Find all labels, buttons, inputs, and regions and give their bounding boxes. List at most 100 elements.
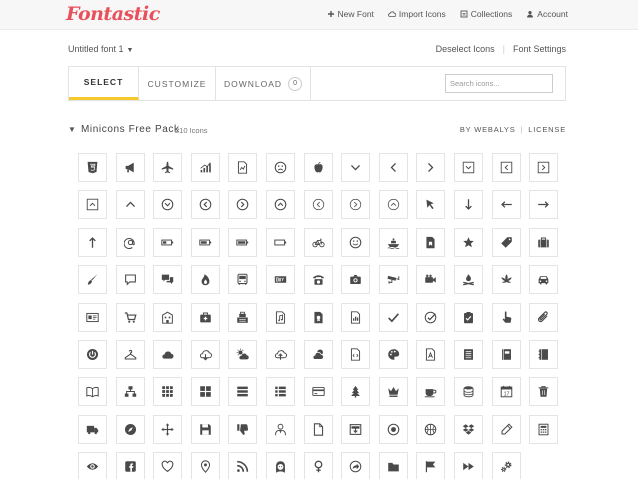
icon-cell[interactable] — [115, 265, 145, 295]
icon-cell[interactable] — [303, 265, 333, 295]
icon-cell[interactable] — [153, 265, 183, 295]
icon-cell[interactable] — [453, 377, 483, 407]
icon-cell[interactable] — [378, 227, 408, 257]
icon-cell[interactable] — [228, 377, 258, 407]
icon-cell[interactable] — [228, 153, 258, 182]
icon-cell[interactable] — [78, 227, 107, 257]
icon-cell[interactable] — [491, 227, 521, 257]
icon-cell[interactable] — [491, 339, 521, 369]
icon-cell[interactable] — [416, 265, 446, 295]
icon-cell[interactable] — [228, 190, 258, 220]
icon-cell[interactable] — [529, 339, 559, 369]
icon-cell[interactable] — [303, 452, 333, 479]
icon-cell[interactable] — [228, 302, 258, 332]
icon-cell[interactable] — [153, 339, 183, 369]
fontastic-logo[interactable]: Fontastic — [66, 3, 160, 25]
icon-cell[interactable] — [303, 190, 333, 220]
author-link[interactable]: BY WEBALYS — [460, 125, 516, 134]
icon-cell[interactable] — [416, 227, 446, 257]
icon-cell[interactable] — [190, 302, 220, 332]
icon-cell[interactable] — [78, 302, 107, 332]
icon-cell[interactable] — [115, 452, 145, 479]
icon-cell[interactable] — [303, 227, 333, 257]
license-link[interactable]: LICENSE — [528, 125, 566, 134]
icon-cell[interactable] — [153, 227, 183, 257]
icon-cell[interactable] — [190, 414, 220, 444]
icon-cell[interactable] — [153, 302, 183, 332]
icon-cell[interactable] — [190, 265, 220, 295]
icon-cell[interactable] — [491, 452, 521, 479]
icon-cell[interactable] — [341, 227, 371, 257]
icon-cell[interactable] — [115, 227, 145, 257]
icon-cell[interactable] — [341, 414, 371, 444]
icon-cell[interactable] — [228, 227, 258, 257]
icon-cell[interactable] — [453, 265, 483, 295]
icon-cell[interactable] — [378, 414, 408, 444]
icon-cell[interactable] — [529, 227, 559, 257]
icon-cell[interactable] — [303, 377, 333, 407]
icon-cell[interactable] — [190, 153, 220, 182]
icon-cell[interactable] — [115, 339, 145, 369]
icon-cell[interactable] — [416, 452, 446, 479]
icon-cell[interactable] — [190, 227, 220, 257]
icon-cell[interactable] — [115, 377, 145, 407]
icon-cell[interactable] — [78, 339, 107, 369]
account-link[interactable]: Account — [526, 9, 568, 19]
icon-cell[interactable] — [303, 153, 333, 182]
icon-cell[interactable] — [265, 153, 295, 182]
icon-cell[interactable] — [153, 377, 183, 407]
font-settings-link[interactable]: Font Settings — [513, 44, 566, 54]
icon-cell[interactable] — [491, 265, 521, 295]
icon-cell[interactable] — [228, 414, 258, 444]
icon-cell[interactable] — [265, 190, 295, 220]
icon-cell[interactable] — [303, 302, 333, 332]
icon-cell[interactable] — [378, 302, 408, 332]
collapse-caret-icon[interactable]: ▼ — [68, 125, 76, 134]
icon-cell[interactable] — [265, 339, 295, 369]
icon-cell[interactable] — [529, 265, 559, 295]
icon-cell[interactable] — [341, 153, 371, 182]
icon-cell[interactable] — [378, 452, 408, 479]
icon-cell[interactable] — [190, 339, 220, 369]
icon-cell[interactable] — [78, 452, 107, 479]
icon-cell[interactable] — [378, 190, 408, 220]
icon-cell[interactable] — [378, 377, 408, 407]
icon-cell[interactable] — [265, 302, 295, 332]
icon-cell[interactable] — [78, 190, 107, 220]
icon-cell[interactable] — [453, 414, 483, 444]
icon-cell[interactable] — [78, 414, 107, 444]
icon-cell[interactable] — [265, 227, 295, 257]
icon-cell[interactable] — [153, 414, 183, 444]
icon-cell[interactable] — [453, 153, 483, 182]
icon-cell[interactable] — [453, 339, 483, 369]
icon-cell[interactable] — [78, 153, 107, 182]
icon-cell[interactable] — [115, 414, 145, 444]
icon-cell[interactable] — [453, 452, 483, 479]
icon-cell[interactable] — [416, 153, 446, 182]
icon-cell[interactable] — [491, 302, 521, 332]
icon-cell[interactable] — [529, 302, 559, 332]
icon-cell[interactable] — [303, 339, 333, 369]
tab-customize[interactable]: CUSTOMIZE — [139, 67, 216, 100]
icon-cell[interactable] — [416, 302, 446, 332]
icon-cell[interactable] — [341, 452, 371, 479]
icon-cell[interactable] — [265, 452, 295, 479]
icon-cell[interactable] — [341, 265, 371, 295]
icon-cell[interactable] — [491, 153, 521, 182]
icon-cell[interactable] — [529, 377, 559, 407]
icon-cell[interactable] — [115, 153, 145, 182]
tab-select[interactable]: SELECT — [69, 67, 139, 100]
icon-cell[interactable] — [529, 414, 559, 444]
icon-cell[interactable] — [115, 190, 145, 220]
icon-cell[interactable] — [190, 190, 220, 220]
icon-cell[interactable]: 17 — [491, 377, 521, 407]
icon-cell[interactable] — [416, 377, 446, 407]
search-input[interactable] — [445, 74, 553, 93]
deselect-icons-link[interactable]: Deselect Icons — [436, 44, 495, 54]
icon-cell[interactable] — [341, 377, 371, 407]
import-icons-link[interactable]: Import Icons — [388, 9, 446, 19]
tab-download[interactable]: DOWNLOAD 0 — [216, 67, 311, 100]
icon-cell[interactable] — [78, 377, 107, 407]
icon-cell[interactable] — [265, 377, 295, 407]
icon-cell[interactable] — [341, 339, 371, 369]
